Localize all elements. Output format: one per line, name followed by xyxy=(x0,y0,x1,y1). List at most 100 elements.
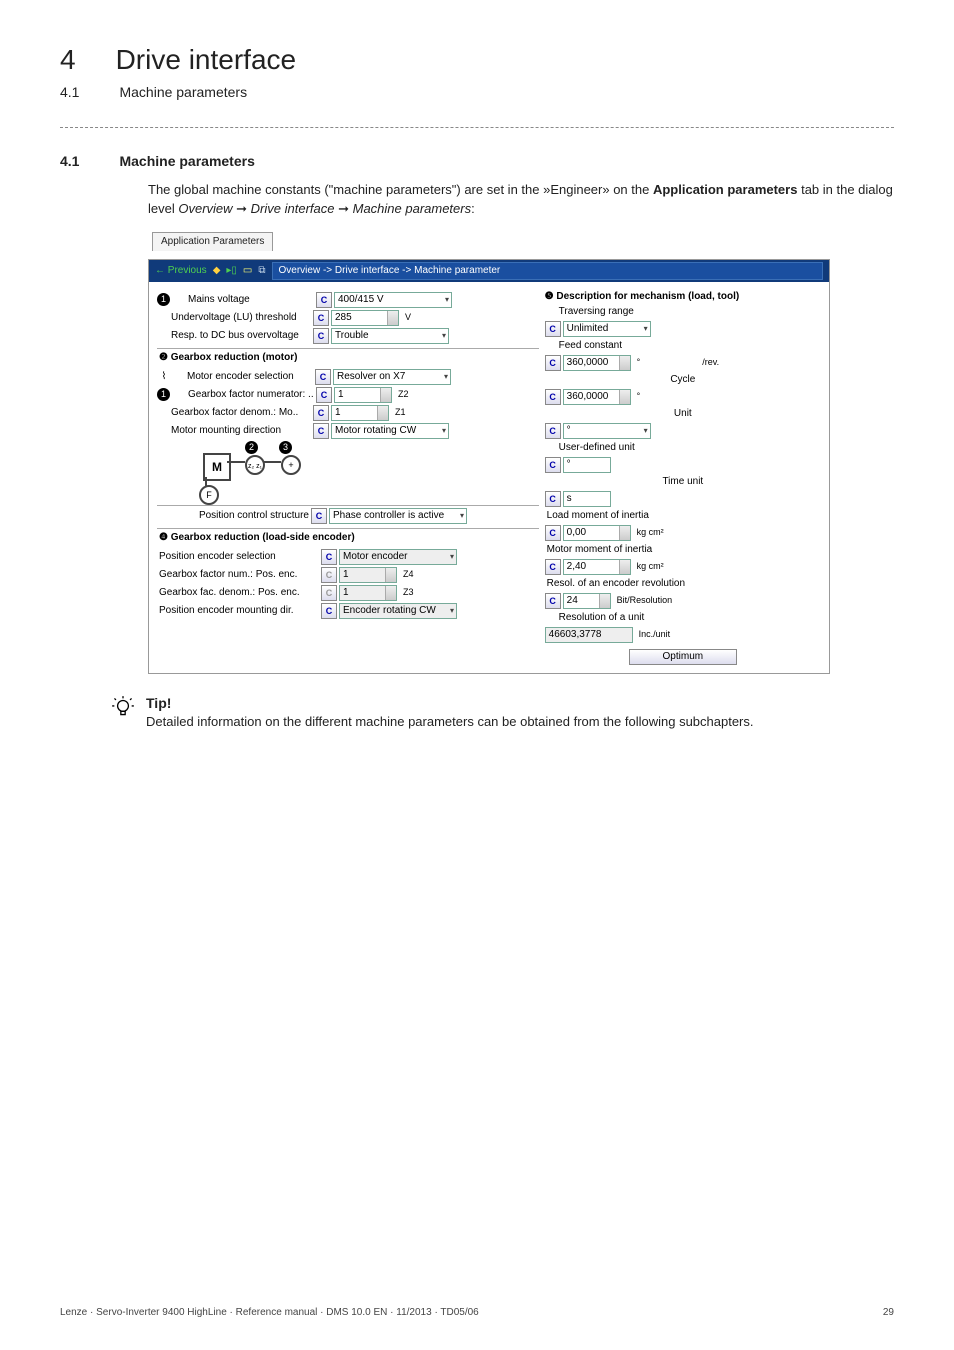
c-button[interactable]: C xyxy=(545,423,561,439)
c-button[interactable]: C xyxy=(545,559,561,575)
c-button[interactable]: C xyxy=(545,389,561,405)
kinematics-diagram: 2 3 M z₂ z₁ + F xyxy=(159,441,537,501)
position-control-select[interactable]: Phase controller is active xyxy=(329,508,467,524)
c-button[interactable]: C xyxy=(321,585,337,601)
c-button[interactable]: C xyxy=(545,321,561,337)
c-button[interactable]: C xyxy=(311,508,327,524)
motor-mounting-label: Motor mounting direction xyxy=(157,424,311,438)
userunit-input[interactable]: ° xyxy=(563,457,611,473)
gearbox-num-input[interactable]: 1 xyxy=(334,387,392,403)
motor-mounting-select[interactable]: Motor rotating CW xyxy=(331,423,449,439)
divider xyxy=(60,127,894,128)
tab-application-parameters[interactable]: Application Parameters xyxy=(152,232,273,251)
screenshot-container: Application Parameters ← Previous ◆ ▸▯ ▭… xyxy=(148,231,894,674)
unit-res-label: Resolution of a unit xyxy=(559,611,821,625)
gearbox-den-input[interactable]: 1 xyxy=(331,405,389,421)
gearbox-den-label: Gearbox factor denom.: Mo.. xyxy=(157,406,311,420)
page-number: 29 xyxy=(883,1306,894,1320)
feed-input[interactable]: 360,0000 xyxy=(563,355,631,371)
posenc-mount-label: Position encoder mounting dir. xyxy=(157,604,319,618)
gearbox-posnum-input[interactable]: 1 xyxy=(339,567,397,583)
loadinertia-label: Load moment of inertia xyxy=(547,509,821,523)
c-button[interactable]: C xyxy=(545,525,561,541)
c-button[interactable]: C xyxy=(313,310,329,326)
section-number: 4.1 xyxy=(60,152,79,172)
timeunit-label: Time unit xyxy=(545,475,821,489)
motor-encoder-select[interactable]: Resolver on X7 xyxy=(333,369,451,385)
c-button[interactable]: C xyxy=(316,387,332,403)
c-button[interactable]: C xyxy=(313,328,329,344)
mechanism-header: ❺ Description for mechanism (load, tool) xyxy=(545,290,821,304)
mains-voltage-label: Mains voltage xyxy=(174,293,314,307)
undervoltage-unit: V xyxy=(405,311,411,324)
chapter-number: 4 xyxy=(60,40,76,79)
prev-button[interactable]: ← Previous xyxy=(155,264,207,278)
gearbox-motor-header: ❷ Gearbox reduction (motor) xyxy=(157,348,539,367)
c-button[interactable]: C xyxy=(313,405,329,421)
nav-popup-icon[interactable]: ⧉ xyxy=(258,264,265,278)
c-button[interactable]: C xyxy=(315,369,331,385)
c-button[interactable]: C xyxy=(313,423,329,439)
traversing-select[interactable]: Unlimited xyxy=(563,321,651,337)
mains-voltage-select[interactable]: 400/415 V xyxy=(334,292,452,308)
userunit-label: User-defined unit xyxy=(559,441,821,455)
undervoltage-label: Undervoltage (LU) threshold xyxy=(157,311,311,325)
marker-2: 2 xyxy=(245,441,258,454)
c-button[interactable]: C xyxy=(545,355,561,371)
unit-select[interactable]: ° xyxy=(563,423,651,439)
c-button[interactable]: C xyxy=(545,457,561,473)
intro-paragraph: The global machine constants ("machine p… xyxy=(148,181,894,217)
gearbox-posnum-unit: Z4 xyxy=(403,568,414,581)
gearbox-posden-label: Gearbox fac. denom.: Pos. enc. xyxy=(157,586,319,600)
nav-up-icon[interactable]: ◆ xyxy=(213,264,221,278)
unit-res-value: 46603,3778 xyxy=(545,627,633,643)
unit-res-unit: Inc./unit xyxy=(639,628,671,641)
diagram-feedback-icon: F xyxy=(199,485,219,505)
encoder-res-input[interactable]: 24 xyxy=(563,593,611,609)
subsection-title: Machine parameters xyxy=(119,83,247,103)
diagram-gear-icon: z₂ z₁ xyxy=(245,455,265,475)
breadcrumb-bar: ← Previous ◆ ▸▯ ▭ ⧉ Overview -> Drive in… xyxy=(149,260,829,282)
c-button[interactable]: C xyxy=(321,549,337,565)
diagram-motor-icon: M xyxy=(203,453,231,481)
gearbox-posden-unit: Z3 xyxy=(403,586,414,599)
breadcrumb-path: Overview -> Drive interface -> Machine p… xyxy=(272,262,823,280)
loadinertia-input[interactable]: 0,00 xyxy=(563,525,631,541)
timeunit-input[interactable]: s xyxy=(563,491,611,507)
motorinertia-input[interactable]: 2,40 xyxy=(563,559,631,575)
footer-left: Lenze · Servo-Inverter 9400 HighLine · R… xyxy=(60,1306,479,1320)
cycle-input[interactable]: 360,0000 xyxy=(563,389,631,405)
gearbox-load-header: ❹ Gearbox reduction (load-side encoder) xyxy=(157,528,539,547)
c-button[interactable]: C xyxy=(545,491,561,507)
undervoltage-input[interactable]: 285 xyxy=(331,310,399,326)
gearbox-posnum-label: Gearbox factor num.: Pos. enc. xyxy=(157,568,319,582)
feed-label: Feed constant xyxy=(559,339,821,353)
gearbox-num-label: Gearbox factor numerator: .. xyxy=(174,388,314,402)
tip-heading: Tip! xyxy=(146,694,754,714)
optimum-button[interactable]: Optimum xyxy=(629,649,737,665)
c-button[interactable]: C xyxy=(321,567,337,583)
cycle-label: Cycle xyxy=(545,373,821,387)
marker-1: 1 xyxy=(157,293,170,306)
feed-unit: ° xyxy=(637,356,641,369)
motorinertia-unit: kg cm² xyxy=(637,560,664,573)
unit-label: Unit xyxy=(545,407,821,421)
traversing-label: Traversing range xyxy=(559,305,821,319)
posenc-mount-select[interactable]: Encoder rotating CW xyxy=(339,603,457,619)
nav-prev-icon[interactable]: ▸▯ xyxy=(226,264,237,278)
nav-next-icon[interactable]: ▭ xyxy=(243,264,252,278)
posenc-sel-select[interactable]: Motor encoder xyxy=(339,549,457,565)
c-button[interactable]: C xyxy=(545,593,561,609)
position-control-label: Position control structure xyxy=(157,509,309,523)
c-button[interactable]: C xyxy=(321,603,337,619)
gearbox-posden-input[interactable]: 1 xyxy=(339,585,397,601)
marker-1b: 1 xyxy=(157,388,170,401)
cycle-unit: ° xyxy=(637,390,641,403)
dc-overvoltage-select[interactable]: Trouble xyxy=(331,328,449,344)
encoder-res-unit: Bit/Resolution xyxy=(617,594,673,607)
c-button[interactable]: C xyxy=(316,292,332,308)
encoder-res-label: Resol. of an encoder revolution xyxy=(547,577,821,591)
feed-suffix: /rev. xyxy=(702,356,719,369)
subsection-number: 4.1 xyxy=(60,83,79,103)
motorinertia-label: Motor moment of inertia xyxy=(547,543,821,557)
